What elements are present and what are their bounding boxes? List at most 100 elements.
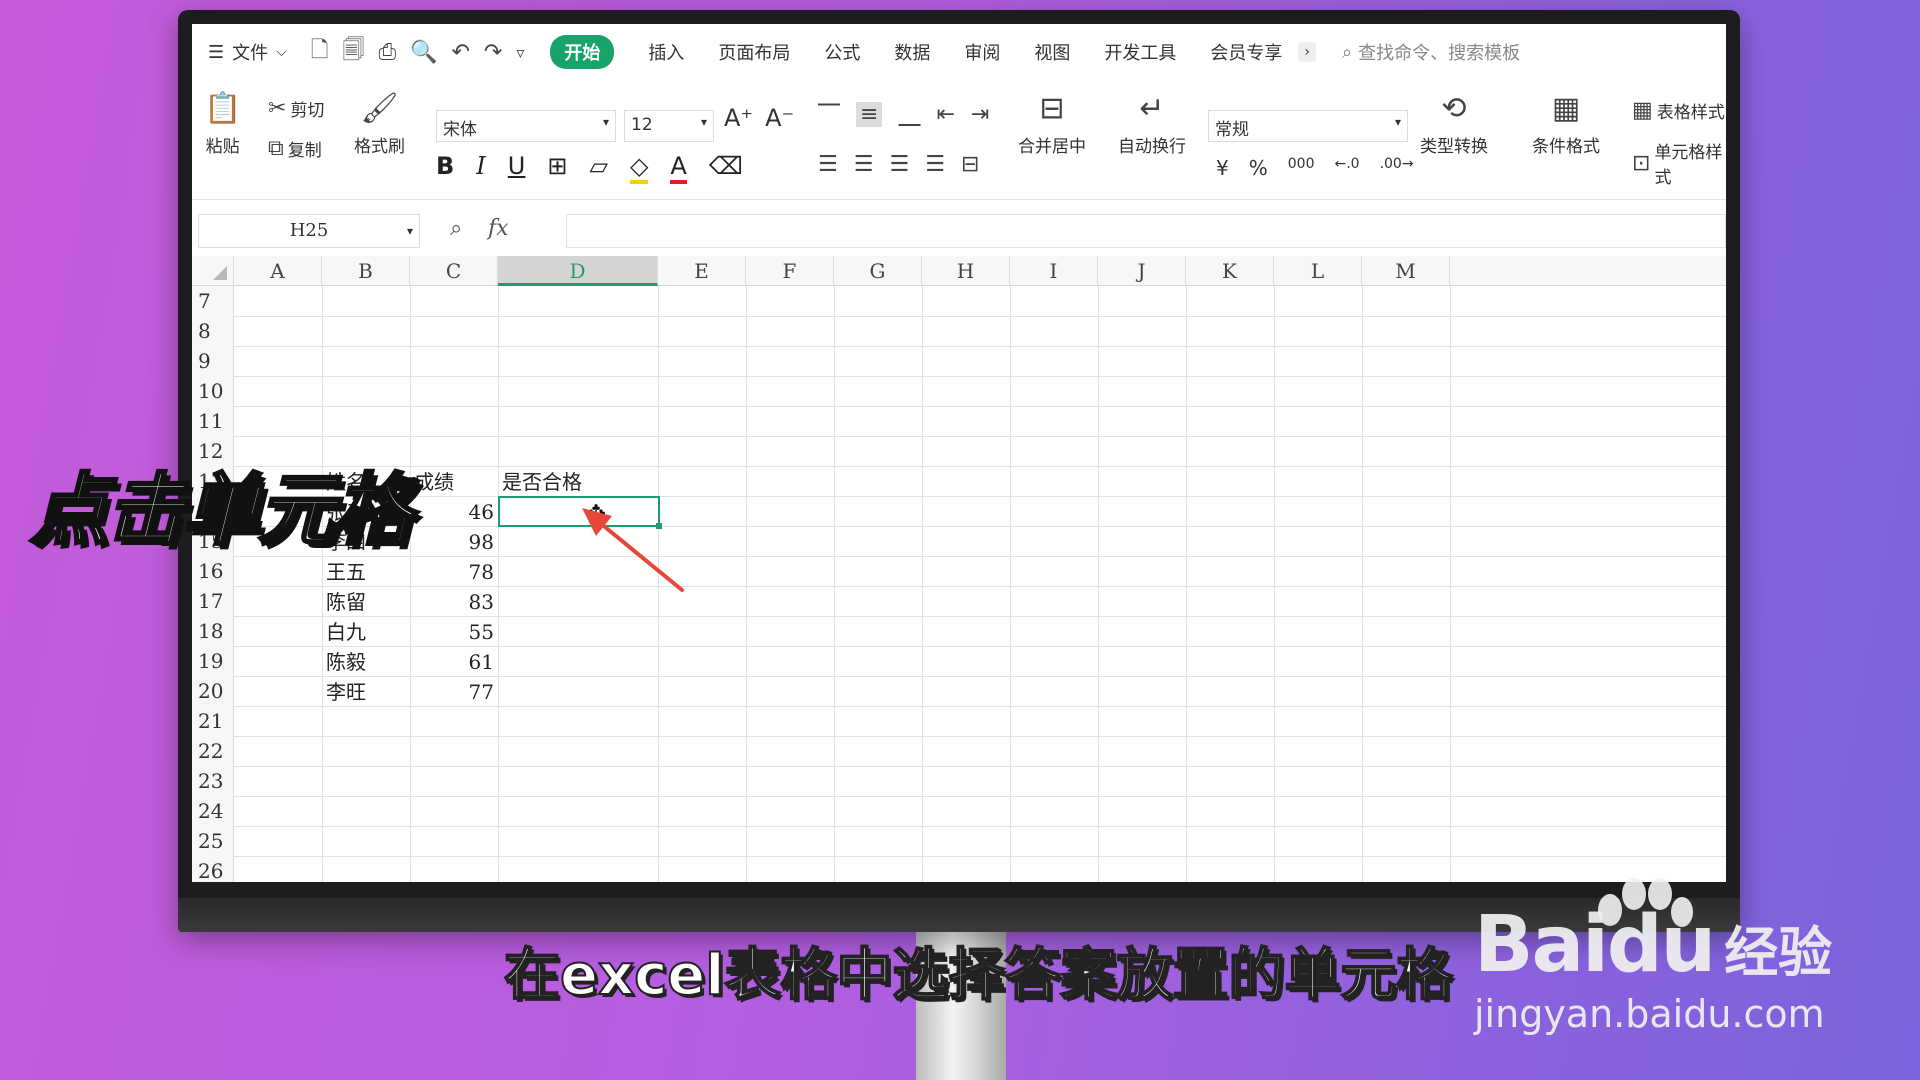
row-header[interactable]: 9	[192, 346, 234, 376]
tab-page-layout[interactable]: 页面布局	[718, 39, 790, 65]
cell-score[interactable]: 77	[410, 676, 494, 706]
column-header-m[interactable]: M	[1362, 256, 1450, 286]
save-icon[interactable]: 🗋	[311, 33, 329, 71]
file-menu[interactable]: ☰ 文件 ⌵	[208, 39, 287, 65]
more-tabs-button[interactable]: ›	[1298, 42, 1316, 62]
fill-shape-icon[interactable]: ▱	[589, 152, 607, 184]
distribute-icon[interactable]: ⊟	[961, 152, 979, 177]
row-header[interactable]: 11	[192, 406, 234, 436]
merge-center-button[interactable]: ⊟ 合并居中	[1018, 92, 1086, 158]
align-center-icon[interactable]: ☰	[854, 152, 874, 177]
row-header[interactable]: 23	[192, 766, 234, 796]
align-left-icon[interactable]: ☰	[818, 152, 838, 177]
number-format-select[interactable]: 常规 ▾	[1208, 110, 1408, 142]
row-header[interactable]: 8	[192, 316, 234, 346]
row-header[interactable]: 16	[192, 556, 234, 586]
conditional-format-button[interactable]: ▦ 条件格式	[1532, 92, 1600, 158]
column-header-e[interactable]: E	[658, 256, 746, 286]
format-painter-button[interactable]: 🖌 格式刷	[354, 92, 405, 158]
tab-insert[interactable]: 插入	[648, 39, 684, 65]
tab-review[interactable]: 审阅	[964, 39, 1000, 65]
tab-data[interactable]: 数据	[894, 39, 930, 65]
cell-score[interactable]: 83	[410, 586, 494, 616]
row-header[interactable]: 18	[192, 616, 234, 646]
cell-score[interactable]: 46	[410, 496, 494, 526]
font-name-select[interactable]: 宋体 ▾	[436, 110, 616, 142]
align-top-icon[interactable]: ⎺	[818, 102, 840, 127]
indent-increase-icon[interactable]: ⇥	[971, 102, 989, 127]
font-size-select[interactable]: 12 ▾	[624, 110, 714, 142]
row-header[interactable]: 19	[192, 646, 234, 676]
fx-icon[interactable]: fx	[488, 216, 509, 241]
column-header-j[interactable]: J	[1098, 256, 1186, 286]
wrap-text-button[interactable]: ↵ 自动换行	[1118, 92, 1186, 158]
command-search[interactable]: ⌕ 查找命令、搜索模板	[1342, 39, 1520, 65]
row-header[interactable]: 20	[192, 676, 234, 706]
row-header[interactable]: 7	[192, 286, 234, 316]
row-header[interactable]: 21	[192, 706, 234, 736]
underline-icon[interactable]: U	[508, 152, 526, 184]
column-header-a[interactable]: A	[234, 256, 322, 286]
bold-icon[interactable]: B	[436, 152, 454, 184]
redo-icon[interactable]: ↷	[484, 40, 502, 65]
zoom-icon[interactable]: ⌕	[450, 216, 462, 241]
clear-format-icon[interactable]: ⌫	[709, 152, 743, 184]
tab-view[interactable]: 视图	[1034, 39, 1070, 65]
row-header[interactable]: 25	[192, 826, 234, 856]
print-preview-icon[interactable]: 🔍	[410, 40, 437, 65]
justify-icon[interactable]: ☰	[925, 152, 945, 177]
tab-formulas[interactable]: 公式	[824, 39, 860, 65]
cell-d13[interactable]: 是否合格	[502, 466, 652, 496]
italic-icon[interactable]: I	[476, 152, 485, 184]
column-header-g[interactable]: G	[834, 256, 922, 286]
indent-decrease-icon[interactable]: ⇤	[936, 102, 954, 127]
column-header-d[interactable]: D	[498, 256, 658, 286]
tab-developer[interactable]: 开发工具	[1104, 39, 1176, 65]
currency-icon[interactable]: ¥	[1216, 156, 1229, 180]
decrease-decimal-icon[interactable]: .00→	[1380, 156, 1414, 180]
formula-input[interactable]	[566, 214, 1726, 248]
font-color-icon[interactable]: A	[670, 152, 687, 184]
cut-button[interactable]: ✂ 剪切	[268, 96, 324, 121]
undo-icon[interactable]: ↶	[451, 40, 469, 65]
row-header[interactable]: 24	[192, 796, 234, 826]
cell-name[interactable]: 李旺	[326, 676, 410, 706]
align-right-icon[interactable]: ☰	[889, 152, 909, 177]
cell-name[interactable]: 王五	[326, 556, 410, 586]
cell-area[interactable]: 姓名 成绩 是否合格 张三 46 李四 98 王五 78 陈留 83 白九 55…	[234, 286, 1726, 882]
table-style-button[interactable]: ▦ 表格样式	[1632, 98, 1725, 123]
cell-c13[interactable]: 成绩	[414, 466, 498, 496]
row-header[interactable]: 22	[192, 736, 234, 766]
type-convert-button[interactable]: ⟲ 类型转换	[1420, 92, 1488, 158]
column-header-l[interactable]: L	[1274, 256, 1362, 286]
cell-score[interactable]: 55	[410, 616, 494, 646]
cell-score[interactable]: 61	[410, 646, 494, 676]
tab-member[interactable]: 会员专享	[1210, 39, 1282, 65]
column-header-k[interactable]: K	[1186, 256, 1274, 286]
increase-decimal-icon[interactable]: ←.0	[1334, 156, 1359, 180]
column-header-f[interactable]: F	[746, 256, 834, 286]
column-header-h[interactable]: H	[922, 256, 1010, 286]
percent-icon[interactable]: %	[1249, 156, 1268, 180]
column-header-b[interactable]: B	[322, 256, 410, 286]
column-header-i[interactable]: I	[1010, 256, 1098, 286]
name-box[interactable]: H25 ▾	[198, 214, 420, 248]
align-middle-icon[interactable]: ≡	[856, 102, 883, 127]
cell-score[interactable]: 78	[410, 556, 494, 586]
fill-color-icon[interactable]: ◇	[629, 152, 649, 184]
cell-score[interactable]: 98	[410, 526, 494, 556]
row-header[interactable]: 17	[192, 586, 234, 616]
select-all-corner[interactable]	[192, 256, 234, 286]
cell-style-button[interactable]: ⊡ 单元格样式	[1632, 138, 1726, 188]
export-icon[interactable]: 🗐	[342, 33, 364, 71]
align-bottom-icon[interactable]: ⎽	[898, 102, 920, 127]
thousands-icon[interactable]: 000	[1288, 156, 1315, 180]
cell-name[interactable]: 陈毅	[326, 646, 410, 676]
cell-name[interactable]: 白九	[326, 616, 410, 646]
row-header[interactable]: 10	[192, 376, 234, 406]
increase-font-icon[interactable]: A⁺	[724, 104, 753, 132]
decrease-font-icon[interactable]: A⁻	[765, 104, 794, 132]
row-header[interactable]: 26	[192, 856, 234, 882]
border-icon[interactable]: ⊞	[547, 152, 567, 184]
customize-icon[interactable]: ▿	[516, 43, 524, 62]
